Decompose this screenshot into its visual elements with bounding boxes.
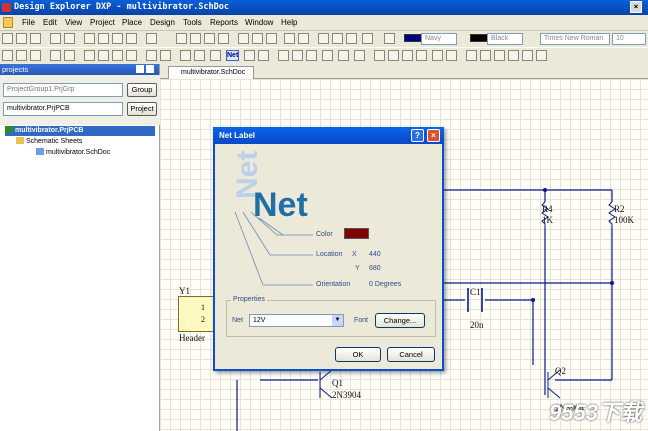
- y-label: Y: [355, 265, 360, 272]
- chevron-down-icon[interactable]: ▼: [332, 315, 343, 326]
- pin-2-label: 2: [201, 315, 205, 324]
- color-swatch[interactable]: [344, 228, 369, 239]
- net-graphic-text: Net: [253, 186, 308, 224]
- x-label: X: [352, 251, 357, 258]
- header-label: Header: [179, 333, 205, 343]
- change-font-button[interactable]: Change...: [375, 313, 425, 328]
- c1-designator: C1: [470, 287, 481, 297]
- q2-designator: Q2: [555, 366, 566, 376]
- net-select[interactable]: 12V ▼: [249, 314, 344, 327]
- r2-designator: R2: [614, 204, 625, 214]
- watermark: 9553下载: [549, 400, 642, 425]
- dialog-close-button[interactable]: ×: [427, 129, 440, 142]
- pin-1-label: 1: [201, 303, 205, 312]
- location-label: Location: [316, 251, 343, 258]
- cancel-button[interactable]: Cancel: [387, 347, 435, 362]
- net-label-graphic: Net Net: [231, 151, 313, 286]
- net-label: Net: [232, 317, 243, 324]
- ok-button[interactable]: OK: [335, 347, 381, 362]
- r4-value: 1K: [542, 215, 553, 225]
- properties-label: Properties: [231, 296, 267, 303]
- header-component[interactable]: [178, 296, 214, 332]
- c1-value: 20n: [470, 320, 484, 330]
- dialog-title: Net Label: [219, 131, 256, 140]
- net-select-value: 12V: [253, 317, 266, 324]
- q1-designator: Q1: [332, 378, 343, 388]
- r2-value: 100K: [614, 215, 634, 225]
- y1-designator: Y1: [179, 286, 190, 296]
- help-button[interactable]: ?: [411, 129, 424, 142]
- font-label: Font: [354, 317, 369, 324]
- orientation-value[interactable]: 0 Degrees: [369, 281, 401, 288]
- orientation-label: Orientation: [316, 281, 351, 288]
- dialog-title-bar: Net Label ? ×: [213, 127, 444, 144]
- y-value[interactable]: 680: [369, 265, 381, 272]
- q1-value: 2N3904: [332, 390, 361, 400]
- x-value[interactable]: 440: [369, 251, 381, 258]
- color-label: Color: [316, 231, 333, 238]
- r4-designator: R4: [542, 204, 553, 214]
- net-label-dialog: Net Label ? × Net Net Color Location X 4…: [213, 127, 444, 371]
